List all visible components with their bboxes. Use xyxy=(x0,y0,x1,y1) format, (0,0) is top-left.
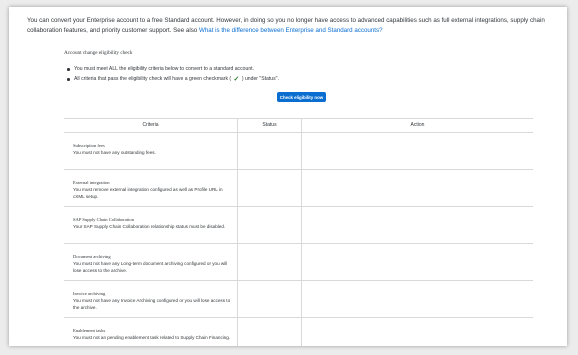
action-cell xyxy=(302,170,533,206)
table-row: Subscription fees You must not have any … xyxy=(64,133,533,170)
intro-text: You can convert your Enterprise account … xyxy=(27,16,557,35)
table-row: Document archiving You must not have any… xyxy=(64,244,533,281)
status-cell xyxy=(238,281,302,317)
action-cell xyxy=(302,207,533,243)
table-row: External integration You must remove ext… xyxy=(64,170,533,207)
instruction-text: You must meet ALL the eligibility criter… xyxy=(74,66,254,72)
action-cell xyxy=(302,133,533,169)
criteria-description: You must remove external integration con… xyxy=(73,187,223,199)
action-column-header: Action xyxy=(410,122,425,128)
criteria-description: Your SAP Supply Chain Collaboration rela… xyxy=(73,224,226,229)
check-eligibility-button[interactable]: Check eligibility now xyxy=(277,92,326,102)
instruction-item: All criteria that pass the eligibility c… xyxy=(64,74,279,84)
table-row: SAP Supply Chain Collaboration Your SAP … xyxy=(64,207,533,244)
eligibility-table: Criteria Status Action Subscription fees… xyxy=(64,118,533,346)
status-cell xyxy=(238,170,302,206)
criteria-title: Invoice archiving xyxy=(73,291,106,296)
green-checkmark-icon: ✓ xyxy=(233,76,240,83)
difference-link[interactable]: What is the difference between Enterpris… xyxy=(199,27,383,34)
table-row: Enablement tasks You must not an pending… xyxy=(64,318,533,346)
criteria-description: You must not have any Long-term document… xyxy=(73,261,228,273)
criteria-title: Subscription fees xyxy=(73,143,105,148)
table-row: Invoice archiving You must not have any … xyxy=(64,281,533,318)
criteria-column-header: Criteria xyxy=(64,119,238,132)
instruction-item: You must meet ALL the eligibility criter… xyxy=(64,64,279,74)
criteria-cell: Subscription fees You must not have any … xyxy=(64,133,238,169)
criteria-description: You must not an pending enablement task … xyxy=(73,335,231,340)
criteria-cell: SAP Supply Chain Collaboration Your SAP … xyxy=(64,207,238,243)
criteria-title: Document archiving xyxy=(73,254,111,259)
criteria-cell: Document archiving You must not have any… xyxy=(64,244,238,280)
status-cell xyxy=(238,318,302,346)
instruction-text: ) under "Status". xyxy=(241,76,279,82)
criteria-title: External integration xyxy=(73,180,110,185)
criteria-title: Enablement tasks xyxy=(73,328,106,333)
eligibility-check-title: Account change eligibility check xyxy=(64,50,133,56)
action-cell xyxy=(302,281,533,317)
status-column-header: Status xyxy=(238,119,302,132)
criteria-cell: External integration You must remove ext… xyxy=(64,170,238,206)
table-header: Criteria Status Action xyxy=(64,118,533,133)
action-cell xyxy=(302,318,533,346)
criteria-cell: Invoice archiving You must not have any … xyxy=(64,281,238,317)
criteria-title: SAP Supply Chain Collaboration xyxy=(73,217,134,222)
criteria-description: You must not have any Invoice Archiving … xyxy=(73,298,231,310)
criteria-cell: Enablement tasks You must not an pending… xyxy=(64,318,238,346)
convert-account-panel: You can convert your Enterprise account … xyxy=(9,7,567,346)
eligibility-instructions: You must meet ALL the eligibility criter… xyxy=(64,64,279,84)
instruction-text: All criteria that pass the eligibility c… xyxy=(74,76,232,82)
status-cell xyxy=(238,244,302,280)
status-cell xyxy=(238,133,302,169)
criteria-description: You must not have any outstanding fees. xyxy=(73,150,156,155)
status-cell xyxy=(238,207,302,243)
action-cell xyxy=(302,244,533,280)
